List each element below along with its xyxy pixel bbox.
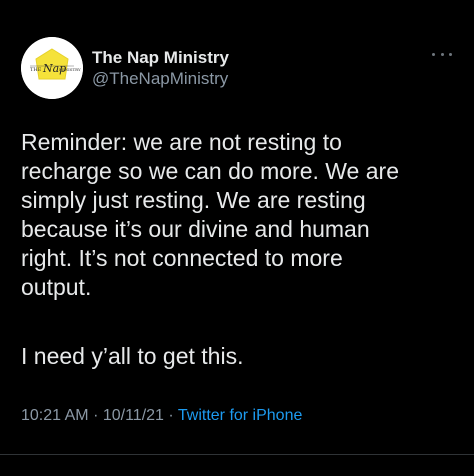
more-horizontal-icon[interactable] — [432, 50, 452, 58]
user-handle[interactable]: @TheNapMinistry — [92, 68, 229, 90]
tweet-time[interactable]: 10:21 AM — [21, 407, 89, 424]
divider — [0, 454, 474, 455]
tweet-card: THE Nap MINISTRY The Nap Ministry @TheNa… — [0, 0, 474, 476]
dot — [440, 52, 444, 56]
tweet-text-paragraph-2: I need y’all to get this. — [21, 343, 244, 369]
tweet-date[interactable]: 10/11/21 — [103, 407, 164, 424]
logo-text-left: THE — [30, 67, 42, 73]
dot — [449, 52, 452, 56]
logo-text-right: MINISTRY — [59, 67, 81, 72]
nap-ministry-logo-icon: THE Nap MINISTRY — [21, 37, 83, 99]
author-block: The Nap Ministry @TheNapMinistry — [92, 47, 229, 90]
tweet-source-link[interactable]: Twitter for iPhone — [178, 407, 303, 424]
meta-separator: · — [93, 407, 103, 424]
meta-separator: · — [168, 407, 178, 424]
tweet-meta: 10:21 AM · 10/11/21 · Twitter for iPhone — [21, 405, 302, 427]
display-name[interactable]: The Nap Ministry — [92, 47, 229, 68]
avatar[interactable]: THE Nap MINISTRY — [21, 37, 83, 99]
tweet-text-paragraph-1: Reminder: we are not resting to recharge… — [21, 129, 399, 300]
dot — [432, 52, 435, 56]
